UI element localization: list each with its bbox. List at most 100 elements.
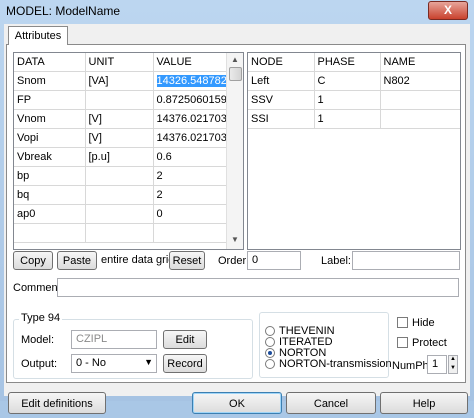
comment-input[interactable]	[57, 278, 459, 297]
cell-value[interactable]	[153, 223, 228, 243]
label-input[interactable]	[352, 251, 460, 270]
window-title: MODEL: ModelName	[6, 4, 121, 18]
order-input[interactable]: 0	[247, 251, 301, 270]
cell-value[interactable]: 0.87250601595	[153, 90, 228, 110]
column-header-data[interactable]: DATA	[14, 53, 86, 72]
radio-thevenin[interactable]	[265, 326, 275, 336]
cell-data[interactable]: bq	[14, 185, 86, 205]
table-row[interactable]: bp 2	[14, 166, 228, 186]
protect-checkbox[interactable]	[397, 337, 408, 348]
cell-data[interactable]: FP	[14, 90, 86, 110]
table-row[interactable]: ap0 0	[14, 204, 228, 224]
cancel-button[interactable]: Cancel	[286, 392, 376, 414]
cell-value[interactable]: 2	[153, 185, 228, 205]
record-button[interactable]: Record	[163, 354, 207, 373]
cell-unit[interactable]	[85, 185, 154, 205]
radio-norton-transmission[interactable]	[265, 359, 275, 369]
cell-unit[interactable]	[85, 166, 154, 186]
protect-label[interactable]: Protect	[412, 337, 447, 349]
table-row[interactable]: Vnom [V] 14376.021703	[14, 109, 228, 129]
cell-value[interactable]: 14376.021703	[153, 128, 228, 148]
entire-grid-label: entire data grid	[101, 254, 175, 266]
selected-value[interactable]: 14326.548782	[156, 75, 226, 87]
radio-norton-transmission-label[interactable]: NORTON-transmission	[279, 358, 392, 370]
model-input[interactable]: CZIPL	[71, 330, 157, 349]
dialog-body: Attributes DATA UNIT VALUE Snom [VA] 143…	[4, 24, 470, 414]
column-header-phase[interactable]: PHASE	[314, 53, 381, 72]
cell-node[interactable]: SSV	[248, 90, 315, 110]
table-row[interactable]	[14, 223, 228, 243]
table-row[interactable]: Left C N802	[248, 71, 460, 91]
cell-unit[interactable]	[85, 90, 154, 110]
radio-iterated[interactable]	[265, 337, 275, 347]
scroll-up-icon[interactable]: ▲	[230, 55, 240, 64]
node-grid-header: NODE PHASE NAME	[248, 53, 460, 72]
label-label: Label:	[321, 255, 351, 267]
column-header-node[interactable]: NODE	[248, 53, 315, 72]
column-header-value[interactable]: VALUE	[153, 53, 228, 72]
output-select[interactable]: 0 - No ▼	[71, 354, 157, 373]
cell-node[interactable]: SSI	[248, 109, 315, 129]
table-row[interactable]: FP 0.87250601595	[14, 90, 228, 110]
cell-unit[interactable]: [V]	[85, 109, 154, 129]
paste-button[interactable]: Paste	[57, 251, 97, 270]
help-button[interactable]: Help	[380, 392, 468, 414]
cell-name[interactable]	[380, 109, 460, 129]
cell-phase[interactable]: 1	[314, 109, 381, 129]
cell-data[interactable]: Snom	[14, 71, 86, 91]
cell-unit[interactable]: [V]	[85, 128, 154, 148]
cell-unit[interactable]: [p.u]	[85, 147, 154, 167]
radio-norton[interactable]	[265, 348, 275, 358]
cell-value[interactable]: 0.6	[153, 147, 228, 167]
copy-button[interactable]: Copy	[13, 251, 53, 270]
close-button[interactable]: X	[428, 1, 468, 20]
output-label: Output:	[21, 358, 58, 370]
reset-button[interactable]: Reset	[169, 251, 205, 270]
table-row[interactable]: SSV 1	[248, 90, 460, 110]
output-selected-value: 0 - No	[76, 357, 106, 369]
cell-data[interactable]: Vopi	[14, 128, 86, 148]
table-row[interactable]: Vopi [V] 14376.021703	[14, 128, 228, 148]
edit-definitions-button[interactable]: Edit definitions	[8, 392, 106, 414]
scroll-down-icon[interactable]: ▼	[230, 235, 240, 244]
cell-node[interactable]: Left	[248, 71, 315, 91]
ok-button[interactable]: OK	[192, 392, 282, 414]
spin-up-icon[interactable]: ▲	[450, 356, 456, 362]
cell-phase[interactable]: C	[314, 71, 381, 91]
cell-data[interactable]: Vnom	[14, 109, 86, 129]
type94-title: Type 94	[19, 312, 63, 324]
cell-value[interactable]: 2	[153, 166, 228, 186]
cell-name[interactable]	[380, 90, 460, 110]
table-row[interactable]: SSI 1	[248, 109, 460, 129]
table-row[interactable]: Vbreak [p.u] 0.6	[14, 147, 228, 167]
cell-data[interactable]: bp	[14, 166, 86, 186]
cell-unit[interactable]	[85, 204, 154, 224]
cell-value[interactable]: 14326.548782	[153, 71, 228, 91]
data-grid-scrollbar[interactable]: ▲ ▼	[226, 53, 243, 249]
column-header-unit[interactable]: UNIT	[85, 53, 154, 72]
cell-phase[interactable]: 1	[314, 90, 381, 110]
cell-unit[interactable]: [VA]	[85, 71, 154, 91]
cell-value[interactable]: 0	[153, 204, 228, 224]
title-bar: MODEL: ModelName X	[0, 0, 474, 22]
cell-name[interactable]: N802	[380, 71, 460, 91]
data-grid-header: DATA UNIT VALUE	[14, 53, 228, 72]
numph-spinner[interactable]: ▲ ▼	[448, 355, 458, 374]
column-header-name[interactable]: NAME	[380, 53, 460, 72]
chevron-down-icon[interactable]: ▼	[144, 357, 153, 367]
tab-attributes[interactable]: Attributes	[8, 26, 68, 45]
hide-label[interactable]: Hide	[412, 317, 435, 329]
cell-data[interactable]	[14, 223, 86, 243]
cell-data[interactable]: ap0	[14, 204, 86, 224]
hide-checkbox[interactable]	[397, 317, 408, 328]
cell-value[interactable]: 14376.021703	[153, 109, 228, 129]
table-row[interactable]: Snom [VA] 14326.548782	[14, 71, 228, 91]
cell-unit[interactable]	[85, 223, 154, 243]
model-dialog: MODEL: ModelName X Attributes DATA UNIT …	[0, 0, 474, 414]
table-row[interactable]: bq 2	[14, 185, 228, 205]
numph-input[interactable]: 1	[427, 355, 447, 374]
cell-data[interactable]: Vbreak	[14, 147, 86, 167]
spin-down-icon[interactable]: ▼	[450, 365, 456, 371]
scroll-thumb[interactable]	[229, 67, 242, 81]
edit-button[interactable]: Edit	[163, 330, 207, 349]
